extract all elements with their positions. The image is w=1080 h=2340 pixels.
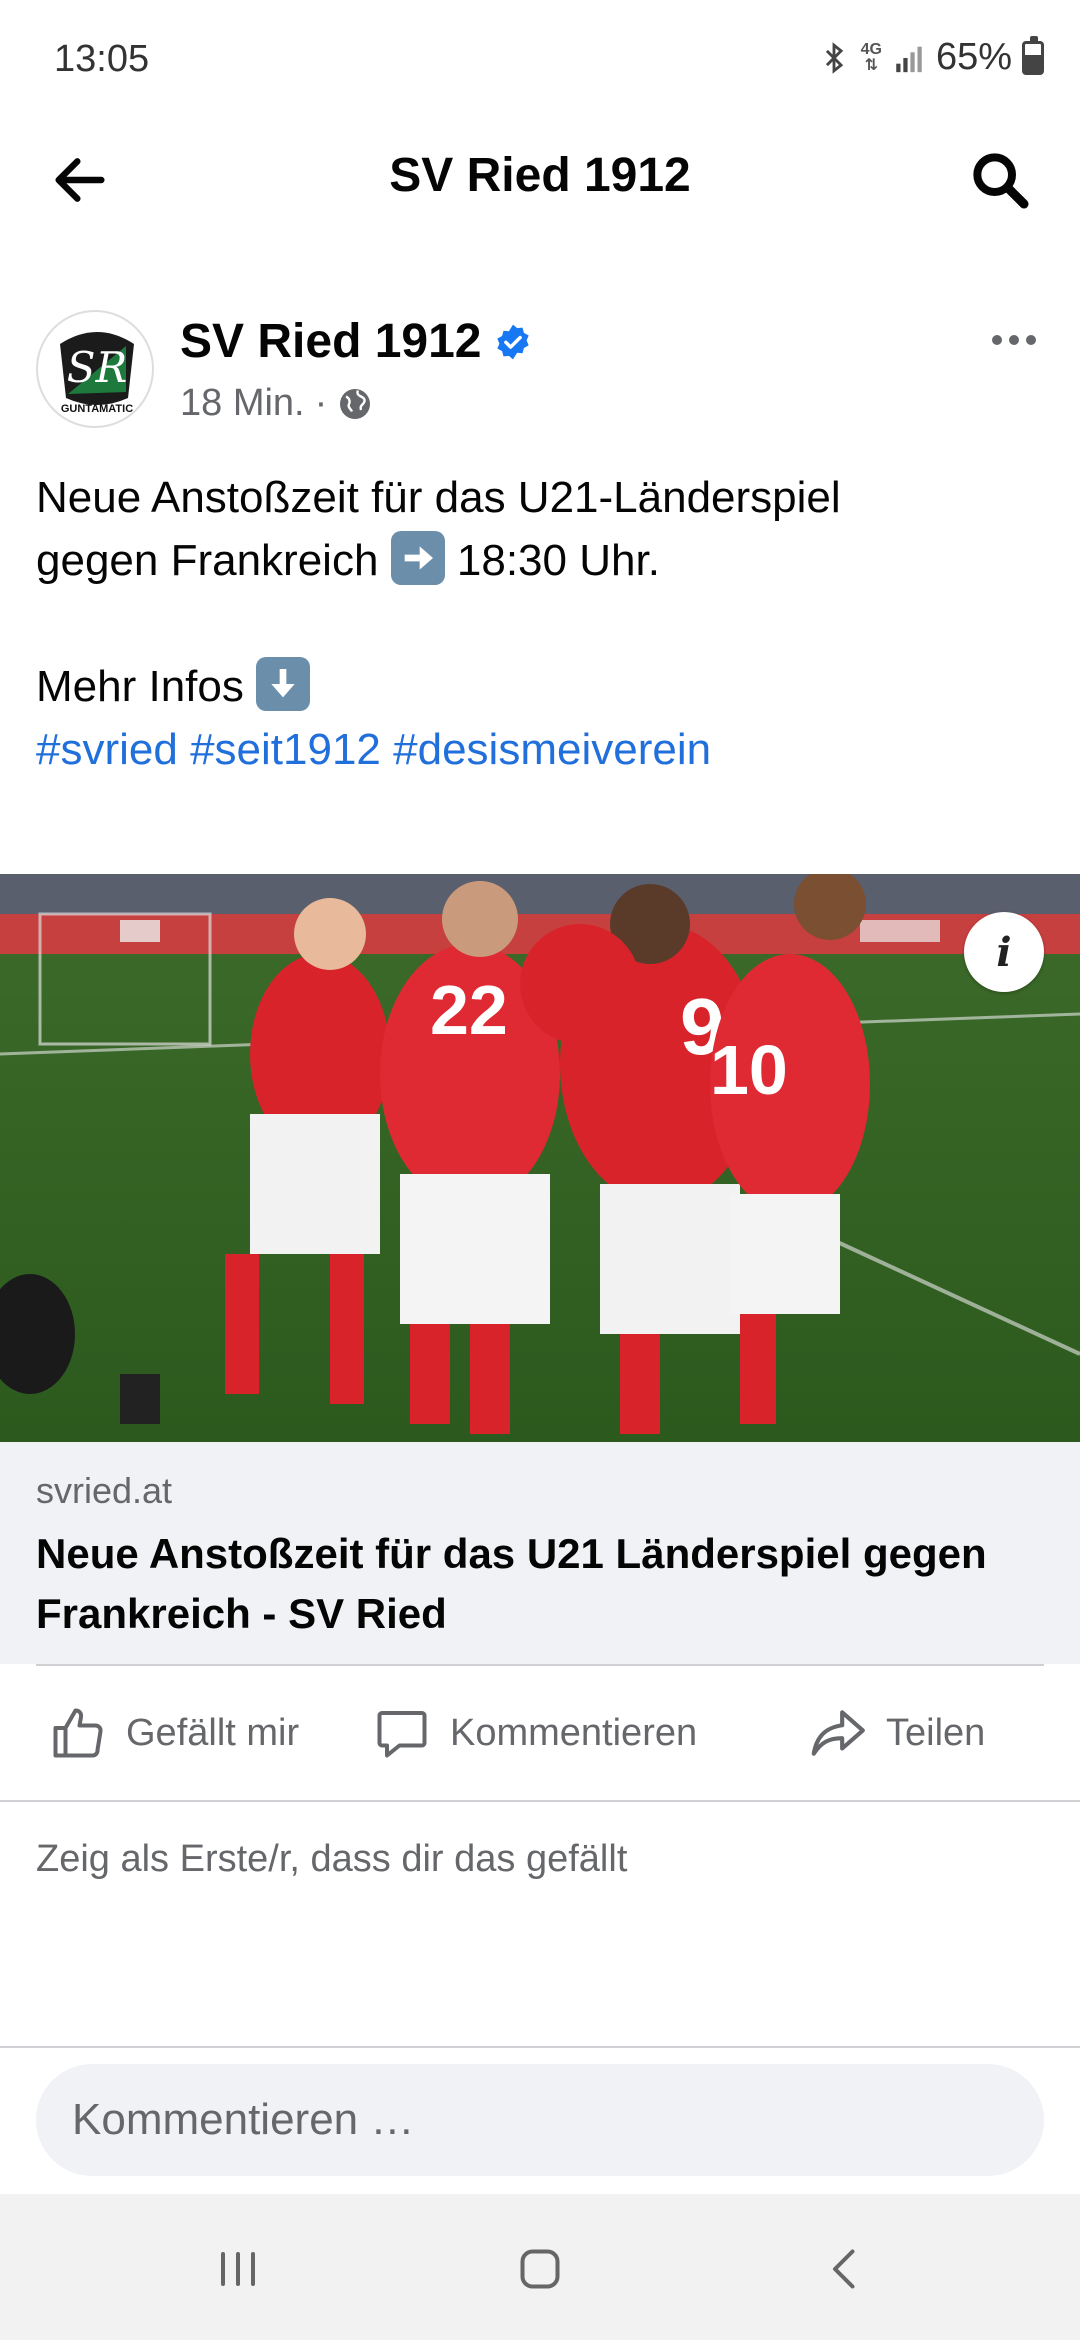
- post-text-segment: 18:30 Uhr.: [456, 536, 660, 585]
- post-text-line: gegen Frankreich 18:30 Uhr.: [36, 529, 1044, 592]
- arrow-left-icon: [55, 158, 105, 202]
- link-preview-card[interactable]: svried.at Neue Anstoßzeit für das U21 Lä…: [0, 1442, 1080, 1664]
- signal-icon: [896, 46, 922, 72]
- comment-icon: [377, 1711, 427, 1758]
- share-button[interactable]: Teilen: [806, 1666, 985, 1800]
- more-options-button[interactable]: [984, 320, 1044, 360]
- bluetooth-icon: [825, 41, 843, 74]
- svg-text:22: 22: [430, 971, 508, 1049]
- hashtags: #svried #seit1912 #desismeiverein: [36, 718, 1044, 781]
- recent-apps-button[interactable]: [193, 2224, 283, 2314]
- comment-composer: [0, 2048, 1080, 2194]
- post-meta: 18 Min. ·: [180, 382, 373, 425]
- hashtag-link[interactable]: #seit1912: [190, 725, 381, 774]
- link-title: Neue Anstoßzeit für das U21 Länderspiel …: [36, 1530, 987, 1637]
- status-time: 13:05: [54, 38, 150, 80]
- more-dot-icon: [1026, 335, 1036, 345]
- home-button[interactable]: [495, 2224, 585, 2314]
- hashtag-link[interactable]: #desismeiverein: [393, 725, 711, 774]
- back-nav-button[interactable]: [800, 2224, 890, 2314]
- share-icon: [811, 1710, 865, 1756]
- link-domain: svried.at: [36, 1470, 173, 1511]
- home-icon: [520, 2249, 560, 2289]
- more-dot-icon: [1009, 335, 1019, 345]
- comment-label: Kommentieren: [450, 1711, 698, 1754]
- post-body: Neue Anstoßzeit für das U21-Länderspiel …: [36, 466, 1044, 781]
- likes-prompt: Zeig als Erste/r, dass dir das gefällt: [36, 1838, 628, 1880]
- like-label: Gefällt mir: [126, 1711, 300, 1754]
- post-header: SR GUNTAMATIC SV Ried 1912 18 Min. ·: [36, 310, 1044, 430]
- network-label: 4G: [860, 40, 882, 58]
- share-label: Teilen: [886, 1711, 986, 1754]
- verified-badge-icon: [496, 324, 529, 359]
- top-app-bar: SV Ried 1912: [0, 120, 1080, 235]
- comment-input[interactable]: [36, 2064, 1044, 2176]
- recent-apps-icon: [221, 2252, 255, 2286]
- avatar-sponsor-text: GUNTAMATIC: [61, 403, 133, 415]
- divider: [0, 1800, 1080, 1802]
- system-nav-bar: [0, 2194, 1080, 2340]
- chevron-left-icon: [833, 2249, 855, 2289]
- info-button[interactable]: i: [964, 912, 1044, 992]
- post-text-segment: gegen Frankreich: [36, 536, 379, 585]
- battery-icon: [1022, 35, 1044, 75]
- avatar[interactable]: SR GUNTAMATIC: [36, 310, 154, 428]
- author-name[interactable]: SV Ried 1912: [180, 314, 482, 369]
- arrow-down-emoji-icon: [256, 657, 311, 711]
- status-icons: 4G ⇅ 65%: [817, 35, 1044, 79]
- back-button[interactable]: [44, 144, 116, 216]
- team-celebration-photo: 22 9 10: [0, 874, 1080, 1442]
- hashtag-link[interactable]: #svried: [36, 725, 178, 774]
- post-text-line: Mehr Infos: [36, 655, 1044, 718]
- thumbs-up-icon: [53, 1708, 103, 1758]
- search-icon: [973, 153, 1029, 209]
- post-timestamp[interactable]: 18 Min.: [180, 382, 305, 425]
- arrow-right-emoji-icon: [390, 531, 445, 585]
- like-button[interactable]: Gefällt mir: [48, 1666, 299, 1800]
- comment-button[interactable]: Kommentieren: [372, 1666, 697, 1800]
- post-author[interactable]: SV Ried 1912: [180, 314, 532, 369]
- network-4g-icon: 4G ⇅: [860, 40, 882, 74]
- post-image[interactable]: 22 9 10 i: [0, 874, 1080, 1442]
- club-logo: SR GUNTAMATIC: [43, 317, 151, 425]
- meta-separator: ·: [314, 382, 328, 424]
- more-dot-icon: [992, 335, 1002, 345]
- status-bar: 13:05 4G ⇅ 65%: [0, 0, 1080, 120]
- battery-percent: 65%: [935, 36, 1012, 78]
- post-text-segment: Mehr Infos: [36, 662, 244, 711]
- search-button[interactable]: [964, 144, 1036, 216]
- globe-icon: [340, 388, 371, 419]
- post-action-bar: Gefällt mir Kommentieren Teilen: [0, 1666, 1080, 1800]
- svg-text:10: 10: [710, 1031, 788, 1109]
- svg-text:SR: SR: [67, 343, 127, 392]
- post-text-line: Neue Anstoßzeit für das U21-Länderspiel: [36, 473, 841, 522]
- info-icon: i: [996, 928, 1012, 976]
- page-title: SV Ried 1912: [389, 149, 691, 202]
